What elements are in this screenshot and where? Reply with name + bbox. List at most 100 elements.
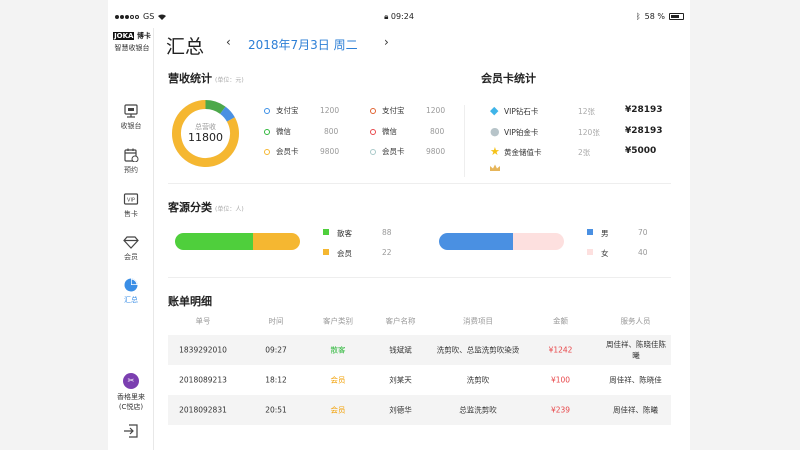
legend-dot [370,107,376,114]
battery-icon [669,13,684,20]
bill-id: 1839292010 [179,345,227,355]
type-bar-segment-member [252,233,300,250]
sidebar: JOKA 博卡 智慧收银台 收银台 预约 VIP 售卡 会员 汇总 ✂︎ 香格里… [108,28,154,450]
column-header: 服务人员 [620,316,651,326]
legend-dot [264,107,270,114]
customer-type: 会员 [330,375,346,385]
bill-items: 洗剪吹 [466,375,490,385]
column-header: 时间 [268,316,284,326]
card-name: VIP铂金卡 [504,128,539,137]
legend-label: 支付宝 [382,106,405,115]
svg-text:VIP: VIP [127,198,135,204]
section-divider [168,277,671,278]
card-count: 120张 [578,128,600,137]
sidebar-item-label: 预约 [124,166,138,174]
revenue-legend-item: 支付宝 1200 [264,105,339,116]
legend-dot [264,128,270,135]
card-name: 黄金储值卡 [504,148,542,157]
logout-icon[interactable] [123,423,139,439]
bill-items: 洗剪吹、总监洗剪吹染烫 [436,345,520,355]
customer-name: 刘德华 [389,405,412,415]
next-date-button[interactable]: › [384,35,389,49]
card-amount: ¥5000 [625,146,657,156]
customer-source-unit: (单位：人) [215,206,244,213]
vip-card-icon: VIP [123,193,139,205]
legend-label: 男 [601,229,609,238]
donut-slice-0 [205,100,226,114]
column-header: 单号 [195,316,211,326]
page-title: 汇总 [166,36,205,58]
legend-label: 微信 [276,127,291,136]
bill-id: 2018089213 [179,375,227,385]
crown-icon [490,164,500,171]
legend-dot [370,128,376,135]
section-divider [464,105,465,177]
store-switcher[interactable]: ✂︎ 香格里来 (C悦店) [108,373,154,412]
app-name: 智慧收银台 [114,44,150,52]
bluetooth-icon: ᛒ [635,12,641,21]
legend-label: 散客 [337,229,352,238]
legend-square [587,249,593,255]
sidebar-item-sell-card[interactable]: VIP 售卡 [108,192,154,219]
revenue-donut-chart: 总营收 11800 [172,100,239,167]
customer-name: 钱斌斌 [389,345,412,355]
tablet-screen: GS 🔒︎ 09:24 ᛒ 58 % JOKA 博卡 智慧收银台 收银台 预约 … [108,0,690,450]
card-name: VIP钻石卡 [504,107,539,116]
revenue-legend-item: 会员卡 9800 [370,146,445,157]
gender-bar-segment-female [512,233,564,250]
donut-value: 11800 [188,131,223,144]
status-time: 09:24 [390,12,414,21]
sidebar-item-member[interactable]: 会员 [108,235,154,262]
bill-amount: ¥100 [550,375,571,385]
bills-title: 账单明细 [168,295,212,308]
legend-dot [264,148,270,155]
customer-name: 刘某天 [389,375,412,385]
sidebar-item-cashier[interactable]: 收银台 [108,104,154,131]
section-divider [168,183,671,184]
type-bar-segment-walkin [175,233,253,250]
customer-type: 散客 [330,345,346,355]
platinum-icon: ● [490,125,500,138]
legend-square [323,229,329,235]
current-date[interactable]: 2018年7月3日 周二 [248,36,358,53]
store-avatar: ✂︎ [123,373,139,389]
revenue-unit: (单位：元) [215,77,244,84]
sidebar-item-label: 售卡 [124,210,138,218]
table-row[interactable]: 2018089213 18:12 会员 刘某天 洗剪吹 ¥100 周佳祥、陈晓佳 [168,365,671,395]
sidebar-item-summary[interactable]: 汇总 [108,278,154,305]
battery-percent: 58 % [644,12,665,21]
calendar-icon [124,148,139,162]
bill-amount: ¥1242 [548,345,573,355]
revenue-legend-item: 会员卡 9800 [264,146,339,157]
date-navigator: ‹ 2018年7月3日 周二 › [226,35,391,53]
customer-source-title: 客源分类 [168,201,212,214]
member-cards-title: 会员卡统计 [481,72,536,85]
card-amount: ¥28193 [625,105,663,115]
revenue-legend-item: 微信 800 [264,126,338,137]
bill-time: 18:12 [265,375,287,385]
revenue-legend-item: 支付宝 1200 [370,105,445,116]
table-row[interactable]: 1839292010 09:27 散客 钱斌斌 洗剪吹、总监洗剪吹染烫 ¥124… [168,335,671,365]
bill-staff: 周佳祥、陈晓佳 [609,375,662,385]
revenue-legend-item: 微信 800 [370,126,444,137]
legend-value: 70 [638,228,648,237]
sidebar-item-label: 汇总 [124,296,138,304]
legend-value: 9800 [320,147,340,156]
prev-date-button[interactable]: ‹ [226,35,231,49]
bill-items: 总监洗剪吹 [459,405,497,415]
legend-value: 22 [382,248,392,257]
card-count: 12张 [578,107,596,116]
legend-label: 微信 [382,127,397,136]
status-right: ᛒ 58 % [636,12,684,21]
brand-logo-text: JOKA [113,32,135,40]
revenue-title: 营收统计 [168,72,212,85]
table-row[interactable]: 2018092831 20:51 会员 刘德华 总监洗剪吹 ¥239 周佳祥、陈… [168,395,671,425]
gender-bar [439,233,564,250]
legend-label: 会员卡 [276,147,299,156]
legend-label: 会员卡 [382,147,405,156]
legend-label: 支付宝 [276,106,299,115]
lock-icon: 🔒︎ [384,12,389,21]
brand-logo-cn: 博卡 [136,32,151,40]
sidebar-item-label: 会员 [124,253,138,261]
sidebar-item-appointment[interactable]: 预约 [108,148,154,175]
